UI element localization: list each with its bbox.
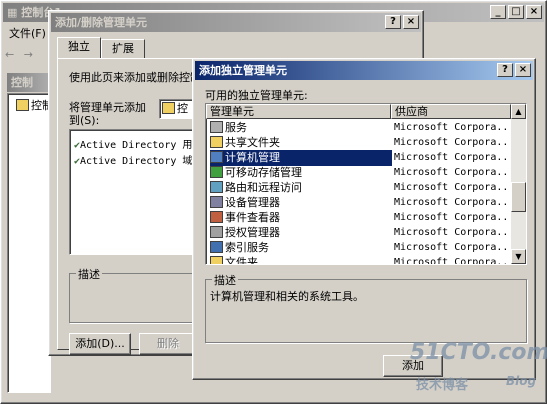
list-item[interactable]: 索引服务 Microsoft Corpora... (206, 240, 506, 256)
snapin-name: 授权管理器 (210, 225, 392, 241)
available-list[interactable]: 管理单元 供应商 服务 Microsoft Corpora... 共享文件夹 Micr… (205, 103, 527, 265)
console-inner-title: 控制 (11, 76, 33, 89)
snapin-name-text: 文件夹 (225, 256, 258, 265)
scroll-up-icon[interactable]: ▲ (511, 104, 526, 119)
storage-icon (210, 166, 223, 178)
watermark-site: 51CTO.com (410, 340, 547, 365)
snapin-name: 索引服务 (210, 240, 392, 256)
snapin-vendor: Microsoft Corpora... (394, 167, 506, 178)
available-label: 可用的独立管理单元: (205, 89, 308, 102)
snapin-name-text: 共享文件夹 (225, 136, 280, 149)
snapin-name: 计算机管理 (210, 150, 392, 166)
list-item[interactable]: 授权管理器 Microsoft Corpora... (206, 225, 506, 241)
snapin-name: 共享文件夹 (210, 135, 392, 151)
add-standalone-titlebar[interactable]: 添加独立管理单元 ? × (195, 61, 533, 80)
snapin-vendor: Microsoft Corpora... (394, 197, 506, 208)
network-icon (210, 181, 223, 193)
list-item[interactable]: ✔Active Directory 域 (74, 152, 192, 167)
watermark-sub: 技术博客 (416, 378, 469, 393)
add-button[interactable]: 添加(D)... (69, 333, 131, 355)
device-icon (210, 196, 223, 208)
snapin-vendor: Microsoft Corpora... (394, 242, 506, 253)
snapin-vendor: Microsoft Corpora... (394, 152, 506, 163)
menu-file[interactable]: 文件(F) (5, 27, 50, 40)
description-group: 描述 (69, 266, 199, 323)
console-icon: ▦ (7, 6, 18, 19)
add-standalone-title: 添加独立管理单元 (199, 64, 287, 77)
console-toolbar: ← → (5, 45, 33, 65)
snapin-name-text: 索引服务 (225, 241, 269, 254)
scroll-thumb[interactable] (511, 182, 526, 212)
snapin-list[interactable]: ✔Active Directory 用 ✔Active Directory 域 (69, 129, 199, 255)
snapin-vendor: Microsoft Corpora... (394, 137, 506, 148)
forward-icon[interactable]: → (24, 48, 33, 61)
snapin-name-text: 计算机管理 (225, 151, 280, 164)
index-icon (210, 241, 223, 253)
watermark: 51CTO.com 技术博客 Blog (410, 340, 547, 400)
folder-icon (162, 102, 175, 114)
snapin-name-text: 事件查看器 (225, 211, 280, 224)
add-remove-titlebar[interactable]: 添加/删除管理单元 ? × (51, 13, 421, 32)
list-item[interactable]: 可移动存储管理 Microsoft Corpora... (206, 165, 506, 181)
add-remove-close-button[interactable]: × (403, 15, 419, 29)
add-standalone-help-button[interactable]: ? (497, 63, 513, 77)
snapin-name: 路由和远程访问 (210, 180, 392, 196)
snapin-name: 事件查看器 (210, 210, 392, 226)
list-item[interactable]: 计算机管理 Microsoft Corpora... (206, 150, 506, 166)
gear-icon (210, 121, 223, 133)
snapin-name: 服务 (210, 120, 392, 136)
add-standalone-dialog: 添加独立管理单元 ? × 可用的独立管理单元: 管理单元 供应商 服务 Micro… (192, 58, 536, 380)
remove-button[interactable]: 删除 (139, 333, 197, 355)
back-icon[interactable]: ← (5, 48, 14, 61)
list-item[interactable]: 文件夹 Microsoft Corpora... (206, 255, 506, 265)
snapin-vendor: Microsoft Corpora... (394, 257, 506, 265)
tab-extensions[interactable]: 扩展 (101, 39, 145, 59)
snapin-name-text: 授权管理器 (225, 226, 280, 239)
add-remove-help-button[interactable]: ? (385, 15, 401, 29)
list-item[interactable]: 事件查看器 Microsoft Corpora... (206, 210, 506, 226)
add-to-label: 将管理单元添加到(S): (69, 101, 146, 127)
console-menubar: 文件(F) (5, 25, 50, 43)
snapin-name-text: 路由和远程访问 (225, 181, 302, 194)
console-minimize-button[interactable]: _ (490, 5, 506, 19)
scroll-down-icon[interactable]: ▼ (511, 249, 526, 264)
snapin-name: 设备管理器 (210, 195, 392, 211)
snapin-vendor: Microsoft Corpora... (394, 122, 506, 133)
list-item[interactable]: ✔Active Directory 用 (74, 136, 192, 151)
add-remove-title: 添加/删除管理单元 (55, 16, 148, 29)
folder-icon (16, 99, 29, 111)
standalone-description-label: 描述 (212, 272, 238, 288)
available-list-rows: 服务 Microsoft Corpora... 共享文件夹 Microsoft Cor… (206, 120, 511, 265)
folder-icon (210, 136, 223, 148)
list-item[interactable]: 路由和远程访问 Microsoft Corpora... (206, 180, 506, 196)
watermark-blog: Blog (506, 374, 537, 388)
event-icon (210, 211, 223, 223)
list-item[interactable]: 设备管理器 Microsoft Corpora... (206, 195, 506, 211)
snapin-name-text: 服务 (225, 121, 247, 134)
add-standalone-close-button[interactable]: × (515, 63, 531, 77)
standalone-description-text: 计算机管理和相关的系统工具。 (210, 290, 364, 303)
snapin-vendor: Microsoft Corpora... (394, 227, 506, 238)
snapin-vendor: Microsoft Corpora... (394, 212, 506, 223)
snapin-name-text: 可移动存储管理 (225, 166, 302, 179)
computer-icon (210, 151, 223, 163)
folder-icon (210, 256, 223, 264)
snapin-vendor: Microsoft Corpora... (394, 182, 506, 193)
auth-icon (210, 226, 223, 238)
list-item[interactable]: 共享文件夹 Microsoft Corpora... (206, 135, 506, 151)
list-item[interactable]: 服务 Microsoft Corpora... (206, 120, 506, 136)
description-group-label: 描述 (76, 266, 102, 282)
snapin-name: 可移动存储管理 (210, 165, 392, 181)
add-remove-instruction: 使用此页来添加或删除控制 (69, 71, 201, 84)
console-close-button[interactable]: × (526, 5, 542, 19)
list-scrollbar[interactable]: ▲ ▼ (511, 104, 526, 264)
console-tree[interactable]: 控制 (7, 93, 53, 393)
snapin-name-text: 设备管理器 (225, 196, 280, 209)
column-header-vendor[interactable]: 供应商 (391, 104, 511, 119)
column-header-name[interactable]: 管理单元 (206, 104, 391, 119)
snapin-name: 文件夹 (210, 255, 392, 265)
tab-standalone[interactable]: 独立 (57, 37, 101, 59)
console-maximize-button[interactable]: □ (508, 5, 524, 19)
standalone-description-group: 描述 计算机管理和相关的系统工具。 (205, 272, 527, 343)
